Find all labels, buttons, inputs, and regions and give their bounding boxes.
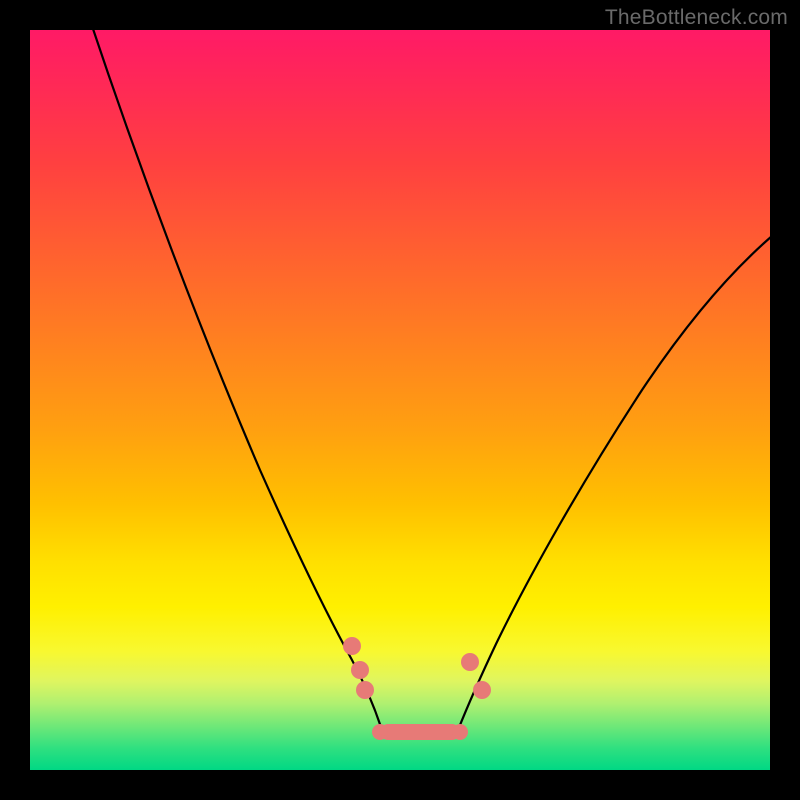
plot-area: [30, 30, 770, 770]
bottleneck-curve-left: [90, 20, 382, 730]
marker-dot: [356, 681, 374, 699]
marker-dot: [343, 637, 361, 655]
marker-pill: [380, 724, 460, 740]
watermark-text: TheBottleneck.com: [605, 6, 788, 30]
marker-dot: [351, 661, 369, 679]
marker-dot: [452, 724, 468, 740]
marker-dot: [372, 724, 388, 740]
bottleneck-curve-right: [458, 236, 772, 730]
marker-dot: [473, 681, 491, 699]
marker-dot: [461, 653, 479, 671]
curve-layer: [30, 30, 770, 770]
chart-frame: TheBottleneck.com: [0, 0, 800, 800]
